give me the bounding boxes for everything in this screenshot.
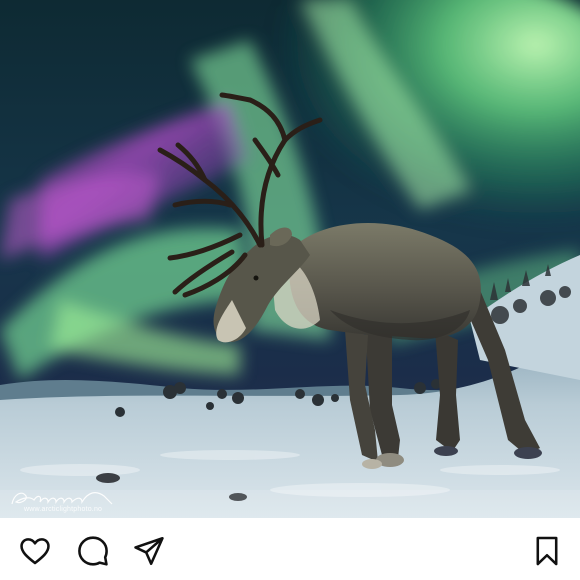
post-photo[interactable]: www.arcticlightphoto.no <box>0 0 580 518</box>
like-button[interactable] <box>18 534 52 568</box>
comment-button[interactable] <box>76 534 110 568</box>
share-button[interactable] <box>132 534 166 568</box>
send-icon <box>134 536 164 566</box>
bookmark-icon <box>536 536 558 566</box>
save-button[interactable] <box>530 534 564 568</box>
instagram-post: www.arcticlightphoto.no <box>0 0 580 580</box>
photographer-watermark: www.arcticlightphoto.no <box>8 486 118 516</box>
heart-icon <box>20 538 50 565</box>
post-action-bar <box>0 518 580 580</box>
reindeer-aurora-image <box>0 0 580 518</box>
watermark-url: www.arcticlightphoto.no <box>24 506 103 513</box>
comment-icon <box>78 536 108 566</box>
